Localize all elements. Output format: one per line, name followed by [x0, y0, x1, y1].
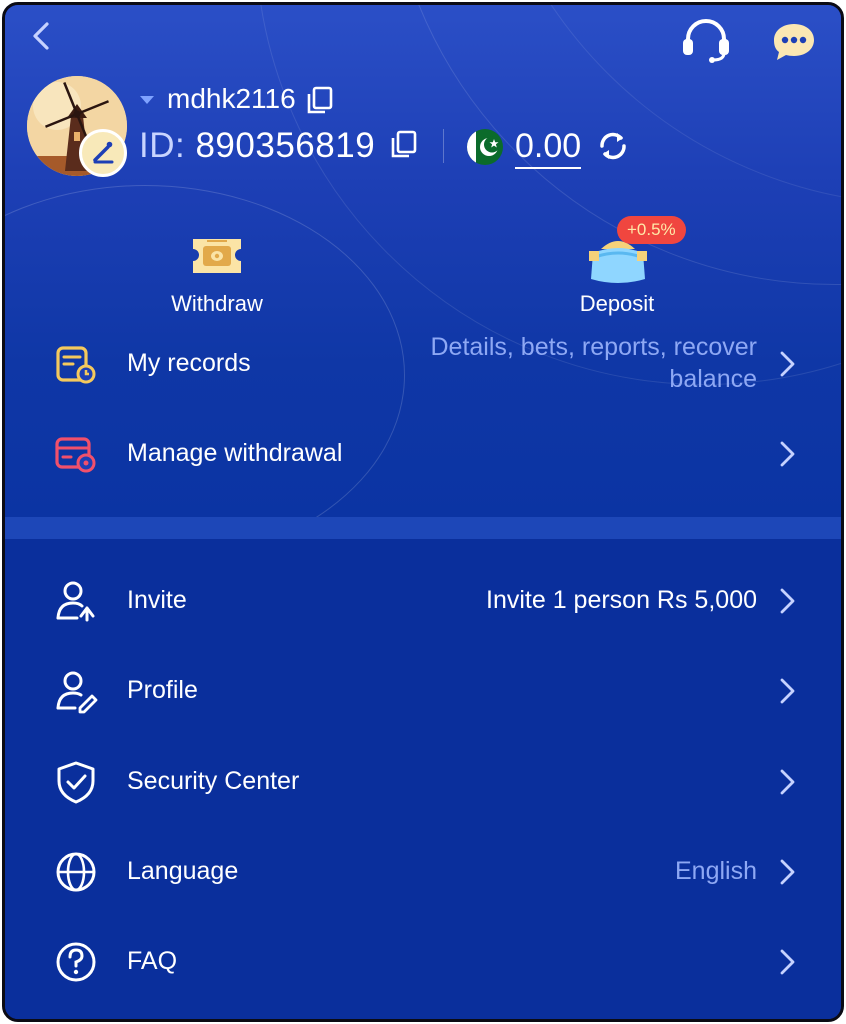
copy-id-icon[interactable] [389, 129, 419, 159]
profile-icon [56, 671, 98, 714]
globe-icon [56, 852, 96, 892]
menu-row-manage-withdrawal[interactable]: Manage withdrawal [5, 413, 841, 493]
menu-label: Language [127, 857, 239, 885]
chevron-right-icon [780, 769, 795, 795]
deposit-label: Deposit [579, 291, 655, 316]
user-id-value: 890356819 [195, 126, 376, 165]
menu-label: Invite [127, 586, 187, 614]
app-frame: mdhk2116 ID: 890356819 0.00 Withdraw Dep… [2, 2, 844, 1022]
chevron-right-icon [780, 441, 795, 467]
account-header: mdhk2116 ID: 890356819 0.00 Withdraw Dep… [5, 5, 841, 517]
menu-value: Details, bets, reports, recover balance [430, 333, 757, 393]
menu-value: English [675, 857, 757, 885]
menu-label: Profile [127, 676, 198, 704]
withdraw-button[interactable]: Withdraw [127, 227, 307, 323]
header-separator [443, 129, 444, 163]
copy-username-icon[interactable] [305, 85, 335, 115]
menu-label: FAQ [127, 947, 178, 975]
menu-label: Security Center [127, 767, 300, 795]
settings-list: Invite Invite 1 person Rs 5,000 Profile [5, 539, 841, 1019]
headset-icon[interactable] [679, 19, 733, 63]
chevron-right-icon [780, 949, 795, 975]
records-icon [56, 346, 96, 384]
manage-withdrawal-icon [55, 437, 96, 473]
menu-value: Invite 1 person Rs 5,000 [486, 586, 757, 614]
withdraw-label: Withdraw [171, 291, 263, 316]
invite-icon [56, 581, 95, 622]
chevron-right-icon [780, 678, 795, 704]
shield-icon [57, 761, 95, 804]
back-icon[interactable] [27, 19, 57, 53]
deposit-bonus-badge: +0.5% [617, 216, 686, 244]
edit-avatar-badge[interactable] [79, 129, 127, 177]
balance-amount: 0.00 [515, 125, 582, 169]
menu-row-profile[interactable]: Profile [5, 650, 841, 730]
withdraw-icon [193, 239, 241, 273]
chevron-right-icon [780, 588, 795, 614]
menu-label: My records [127, 349, 251, 377]
chevron-right-icon [780, 351, 795, 377]
username: mdhk2116 [167, 83, 296, 114]
user-id: ID: 890356819 [139, 125, 375, 167]
chevron-right-icon [780, 859, 795, 885]
menu-row-language[interactable]: Language English [5, 831, 841, 911]
pakistan-flag-icon [467, 129, 503, 165]
chat-icon[interactable] [771, 21, 817, 63]
menu-row-invite[interactable]: Invite Invite 1 person Rs 5,000 [5, 560, 841, 640]
menu-label: Manage withdrawal [127, 439, 343, 467]
user-id-label: ID: [139, 126, 186, 165]
section-divider [5, 517, 841, 539]
menu-row-my-records[interactable]: My records Details, bets, reports, recov… [5, 323, 841, 403]
account-switch-caret-icon[interactable] [139, 93, 155, 105]
menu-row-security-center[interactable]: Security Center [5, 741, 841, 821]
refresh-balance-icon[interactable] [597, 129, 629, 163]
menu-row-faq[interactable]: FAQ [5, 921, 841, 1001]
question-icon [56, 942, 96, 982]
